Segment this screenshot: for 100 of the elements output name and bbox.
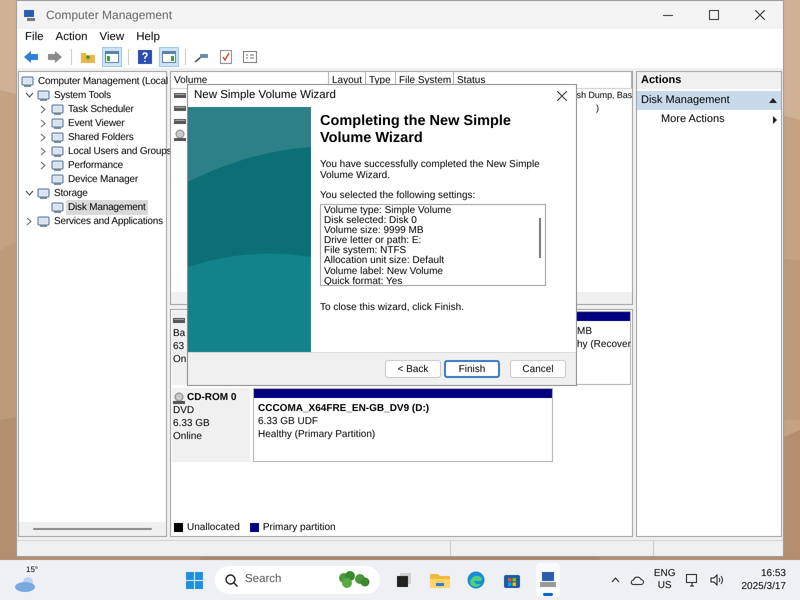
tree-item[interactable]: Local Users and Groups — [66, 144, 174, 158]
disk-info: 63 — [173, 340, 186, 353]
table-cell: sh Dump, Bas — [576, 90, 632, 100]
wizard-text: To close this wizard, click Finish. — [320, 301, 465, 315]
tree-item[interactable]: Shared Folders — [66, 130, 136, 144]
setting-line: Volume type: Simple Volume — [324, 206, 452, 216]
help-icon[interactable] — [138, 50, 152, 64]
expand-chevron-icon[interactable] — [40, 146, 46, 156]
pane-icon — [105, 51, 119, 63]
maximize-icon — [709, 10, 719, 20]
properties-icon[interactable] — [243, 51, 257, 63]
setting-line: Disk selected: Disk 0 — [324, 216, 417, 226]
tree-item[interactable]: Performance — [66, 158, 126, 172]
clock-time[interactable]: 16:53 — [760, 567, 786, 580]
document-icon[interactable] — [220, 50, 232, 64]
store-icon[interactable] — [504, 572, 520, 588]
volume-icon[interactable] — [710, 574, 724, 586]
menu-item[interactable]: View — [94, 28, 130, 46]
setting-line: Drive letter or path: E: — [324, 236, 422, 246]
dialog-title: New Simple Volume Wizard — [194, 88, 336, 104]
language-indicator[interactable]: ENG — [654, 568, 676, 580]
node-icon — [51, 130, 64, 144]
taskbar-button[interactable] — [536, 563, 560, 597]
wizard-text: You selected the following settings: — [320, 189, 476, 203]
tree-item[interactable]: Task Scheduler — [66, 102, 136, 116]
tree-item[interactable]: Disk Management — [66, 200, 148, 214]
action-section[interactable]: Disk Management — [637, 91, 781, 110]
node-icon — [51, 172, 64, 186]
folder-icon[interactable] — [80, 50, 96, 64]
dialog-button[interactable]: < Back — [385, 360, 441, 378]
disk-info: Ba — [173, 327, 186, 340]
search-icon — [225, 574, 238, 586]
dialog-button[interactable]: Finish — [444, 360, 500, 378]
action-item[interactable]: More Actions — [637, 110, 781, 129]
expand-chevron-icon[interactable] — [40, 132, 46, 142]
tree-item[interactable]: Storage — [52, 186, 90, 200]
submenu-arrow-icon — [773, 116, 777, 124]
node-icon — [51, 102, 64, 116]
expand-chevron-icon[interactable] — [40, 160, 46, 170]
collapse-chevron-icon[interactable] — [24, 190, 34, 196]
app-icon — [23, 8, 37, 22]
tree-item[interactable]: Event Viewer — [66, 116, 126, 130]
toggle-button[interactable] — [102, 47, 122, 67]
wizard-text: You have successfully completed the New Simple Volume Wizard. — [320, 159, 541, 181]
start-icon[interactable] — [186, 572, 203, 588]
cloud-icon[interactable] — [630, 576, 644, 584]
wizard-heading: Completing the New Simple Volume Wizard — [320, 113, 512, 147]
partition-block[interactable]: CCCOMA_X64FRE_EN-GB_DV9 (D:) 6.33 GB UDF Healthy (Primary Partition) — [253, 388, 553, 462]
scrollbar[interactable] — [33, 528, 152, 530]
search-field[interactable]: Search — [215, 566, 380, 594]
browser-icon[interactable] — [467, 571, 485, 589]
disk-name: CD-ROM 0 — [187, 391, 236, 404]
tree-item[interactable]: System Tools — [52, 88, 113, 102]
partition-title: CCCOMA_X64FRE_EN-GB_DV9 (D:) — [258, 402, 430, 415]
menu-item[interactable]: Help — [130, 28, 166, 46]
node-icon — [37, 214, 50, 228]
expand-chevron-icon[interactable] — [40, 118, 46, 128]
partition-info: Healthy (Primary Partition) — [258, 428, 376, 441]
node-icon — [51, 144, 64, 158]
forward-arrow-icon[interactable] — [47, 50, 63, 64]
disk-info: DVD — [173, 404, 196, 417]
menu-item[interactable]: Action — [50, 28, 94, 46]
disk-info: On — [173, 353, 188, 366]
close-icon — [557, 91, 567, 101]
task-view-icon[interactable] — [396, 572, 412, 588]
computer-icon[interactable] — [539, 571, 557, 589]
toggle-button[interactable] — [159, 47, 179, 67]
table-cell: ) — [596, 103, 599, 113]
back-arrow-icon[interactable] — [23, 50, 39, 64]
plug-icon[interactable] — [194, 51, 210, 63]
partition-info: 6.33 GB UDF — [258, 415, 320, 428]
collapse-chevron-icon[interactable] — [24, 92, 34, 98]
window-title: Computer Management — [46, 7, 172, 24]
expand-chevron-icon[interactable] — [26, 216, 32, 226]
network-icon[interactable] — [686, 574, 700, 586]
setting-line: Volume size: 9999 MB — [324, 226, 424, 236]
node-icon — [37, 186, 50, 200]
collapse-arrow-icon — [769, 98, 777, 103]
node-icon — [51, 158, 64, 172]
clover-icon — [338, 571, 370, 589]
legend-label: Primary partition — [262, 520, 336, 534]
cd-drive-icon — [173, 392, 185, 404]
menu-item[interactable]: File — [19, 28, 50, 46]
tree-item[interactable]: Services and Applications — [52, 214, 165, 228]
expand-chevron-icon[interactable] — [40, 104, 46, 114]
disk-info: Online — [173, 430, 203, 443]
chevron-up-icon[interactable] — [610, 577, 620, 583]
clock-date[interactable]: 2025/3/17 — [742, 580, 786, 593]
temperature: 15° — [26, 564, 38, 576]
scrollbar-thumb[interactable] — [539, 218, 541, 258]
node-icon — [21, 74, 34, 88]
partition-info: MB — [577, 325, 593, 338]
folder-icon[interactable] — [430, 572, 450, 588]
region-indicator[interactable]: US — [658, 580, 672, 592]
tree-item[interactable]: Device Manager — [66, 172, 140, 186]
pane-icon — [162, 51, 176, 63]
dialog-button[interactable]: Cancel — [510, 360, 566, 378]
tree-item[interactable]: Computer Management (Local — [36, 74, 170, 88]
node-icon — [51, 200, 64, 214]
setting-line: Volume label: New Volume — [324, 266, 444, 277]
